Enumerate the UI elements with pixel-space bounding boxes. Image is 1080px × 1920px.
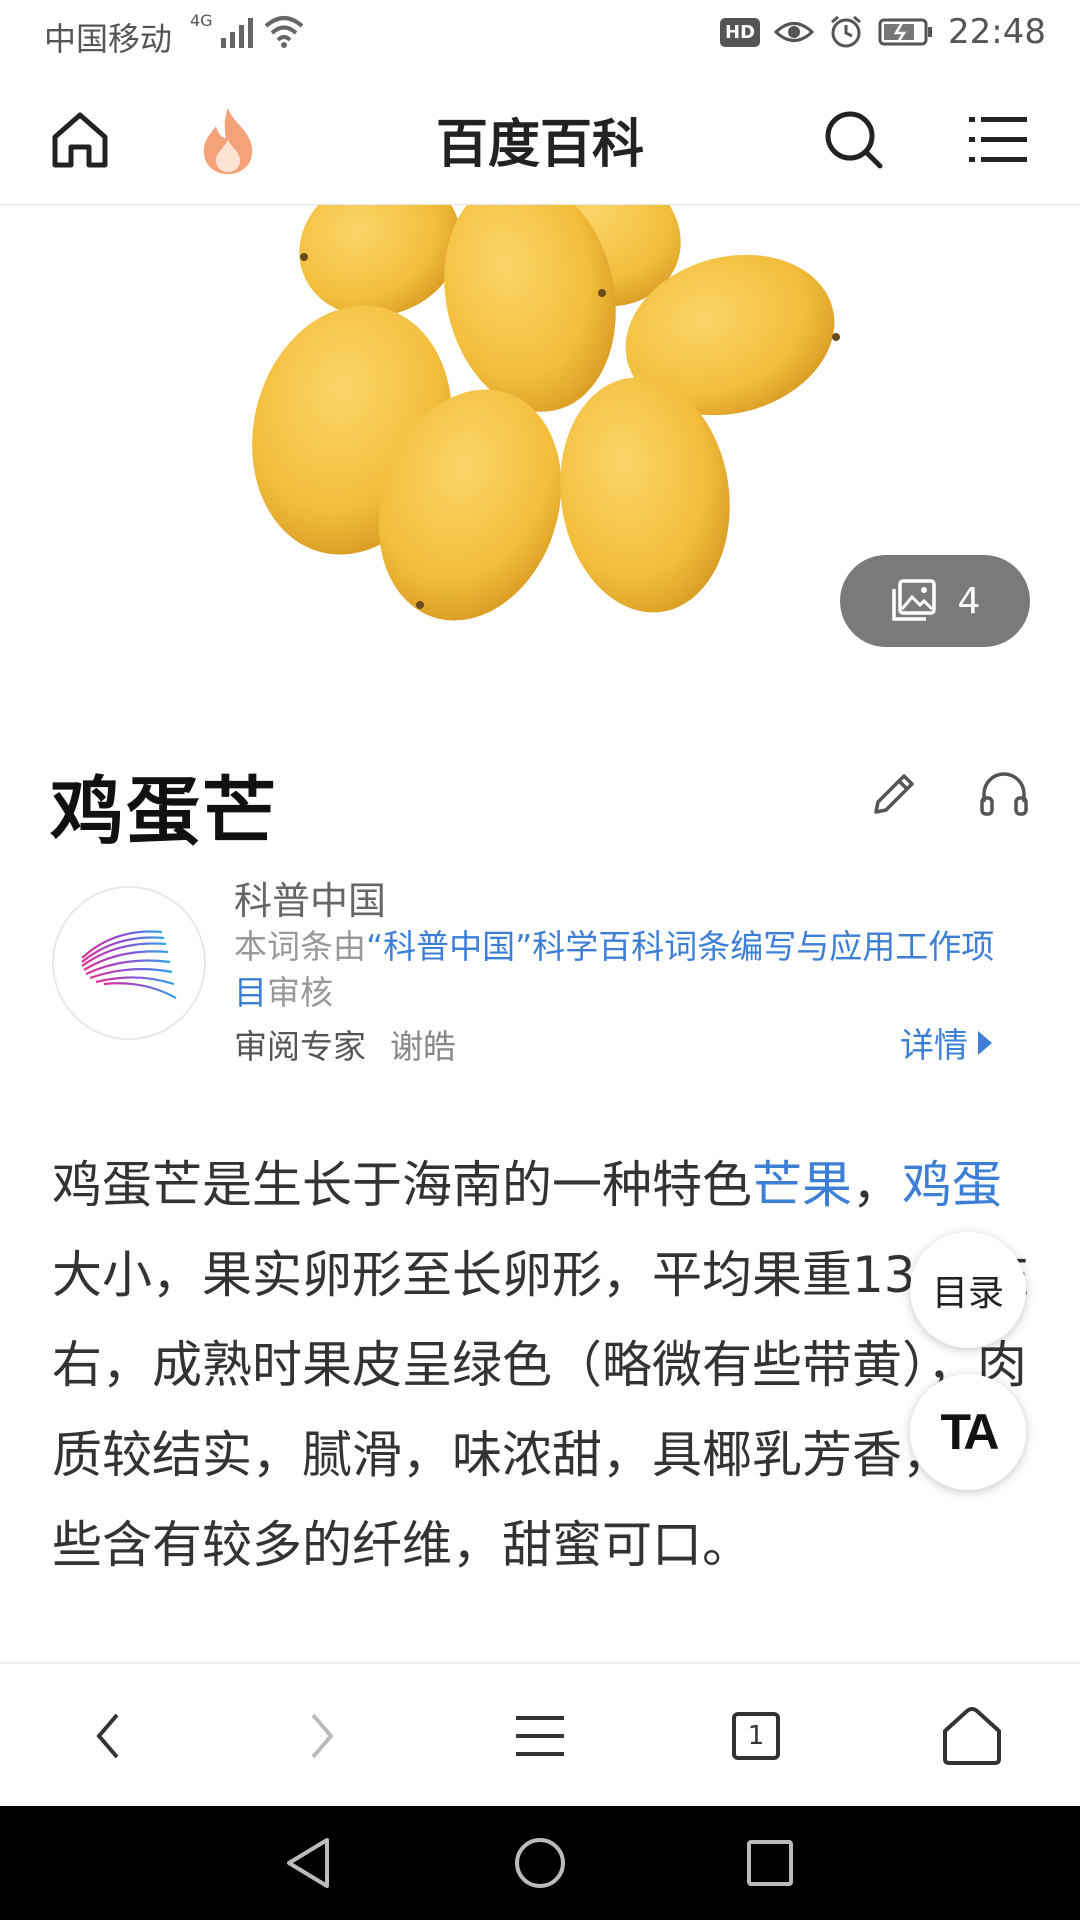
menu-button[interactable] bbox=[958, 100, 1038, 180]
battery-icon bbox=[878, 18, 933, 46]
clock: 22:48 bbox=[948, 12, 1046, 52]
signal-wifi-indicators: 4G bbox=[190, 11, 305, 48]
expert-label: 审阅专家 bbox=[234, 1027, 366, 1066]
details-label: 详情 bbox=[900, 1026, 968, 1066]
back-button[interactable] bbox=[48, 1664, 168, 1808]
expert-name[interactable]: 谢皓 bbox=[390, 1020, 456, 1068]
article-text: ， bbox=[852, 1156, 902, 1214]
article-text: 大小，果实卵形至长卵形，平均果重130g左右，成熟时果皮呈绿色（略微有些带黄），… bbox=[52, 1246, 1030, 1574]
carrier-label: 中国移动 bbox=[44, 20, 173, 58]
triangle-back-icon bbox=[287, 1838, 329, 1888]
system-back-button[interactable] bbox=[238, 1806, 378, 1920]
header-title: 百度百科 bbox=[435, 115, 644, 175]
entry-title: 鸡蛋芒 bbox=[50, 769, 278, 855]
eye-icon bbox=[774, 22, 815, 42]
org-name: 科普中国 bbox=[234, 879, 387, 923]
hamburger-icon bbox=[516, 1716, 564, 1756]
photo-album-button[interactable]: 4 bbox=[840, 555, 1030, 647]
tabs-count: 1 bbox=[747, 1721, 765, 1751]
home-outline-icon bbox=[943, 1707, 1001, 1765]
edit-button[interactable] bbox=[866, 766, 922, 822]
org-avatar[interactable] bbox=[52, 886, 206, 1040]
signal-icon bbox=[220, 18, 253, 48]
kepu-china-logo bbox=[81, 930, 177, 999]
review-prefix: 本词条由 bbox=[234, 927, 366, 966]
details-link[interactable]: 详情 bbox=[900, 1018, 994, 1067]
pencil-icon bbox=[874, 774, 914, 814]
toc-button[interactable]: 目录 bbox=[910, 1232, 1026, 1348]
circle-home-icon bbox=[515, 1838, 565, 1888]
system-home-button[interactable] bbox=[470, 1806, 610, 1920]
app-header: 百度百科 bbox=[0, 76, 1080, 206]
chevron-right-icon bbox=[311, 1713, 334, 1759]
menu-icon bbox=[969, 117, 1027, 162]
chevron-left-icon bbox=[96, 1713, 119, 1759]
browser-home-button[interactable] bbox=[912, 1664, 1032, 1808]
text-size-button[interactable]: TA bbox=[910, 1374, 1026, 1490]
article-link-egg[interactable]: 鸡蛋 bbox=[902, 1156, 1002, 1214]
network-type-label: 4G bbox=[190, 11, 213, 30]
article-text: 鸡蛋芒是生长于海南的一种特色 bbox=[52, 1156, 752, 1214]
tabs-icon: 1 bbox=[732, 1712, 780, 1760]
review-statement: 本词条由“科普中国”科学百科词条编写与应用工作项目审核 bbox=[234, 924, 1004, 1016]
system-recents-button[interactable] bbox=[700, 1806, 840, 1920]
listen-button[interactable] bbox=[976, 766, 1032, 822]
hd-badge: HD bbox=[720, 17, 761, 47]
album-count: 4 bbox=[957, 580, 981, 622]
review-suffix: 审核 bbox=[267, 973, 333, 1012]
search-button[interactable] bbox=[814, 100, 894, 180]
browser-toolbar: 1 bbox=[0, 1662, 1080, 1808]
article-summary: 鸡蛋芒是生长于海南的一种特色芒果，鸡蛋大小，果实卵形至长卵形，平均果重130g左… bbox=[52, 1140, 1032, 1590]
tabs-button[interactable]: 1 bbox=[696, 1664, 816, 1808]
status-right-group: HD 22:48 bbox=[720, 12, 1046, 52]
wifi-icon bbox=[264, 16, 303, 48]
status-bar: 中国移动 4G HD 22:48 bbox=[0, 0, 1080, 76]
forward-button[interactable] bbox=[262, 1664, 382, 1808]
square-recents-icon bbox=[747, 1840, 793, 1886]
search-icon bbox=[825, 111, 883, 169]
browser-menu-button[interactable] bbox=[480, 1664, 600, 1808]
headphones-icon bbox=[980, 772, 1028, 816]
gallery-icon bbox=[891, 579, 936, 621]
system-navigation-bar bbox=[0, 1806, 1080, 1920]
alarm-icon bbox=[831, 15, 861, 48]
caret-right-icon bbox=[978, 1030, 992, 1055]
article-link-mango[interactable]: 芒果 bbox=[752, 1156, 852, 1214]
